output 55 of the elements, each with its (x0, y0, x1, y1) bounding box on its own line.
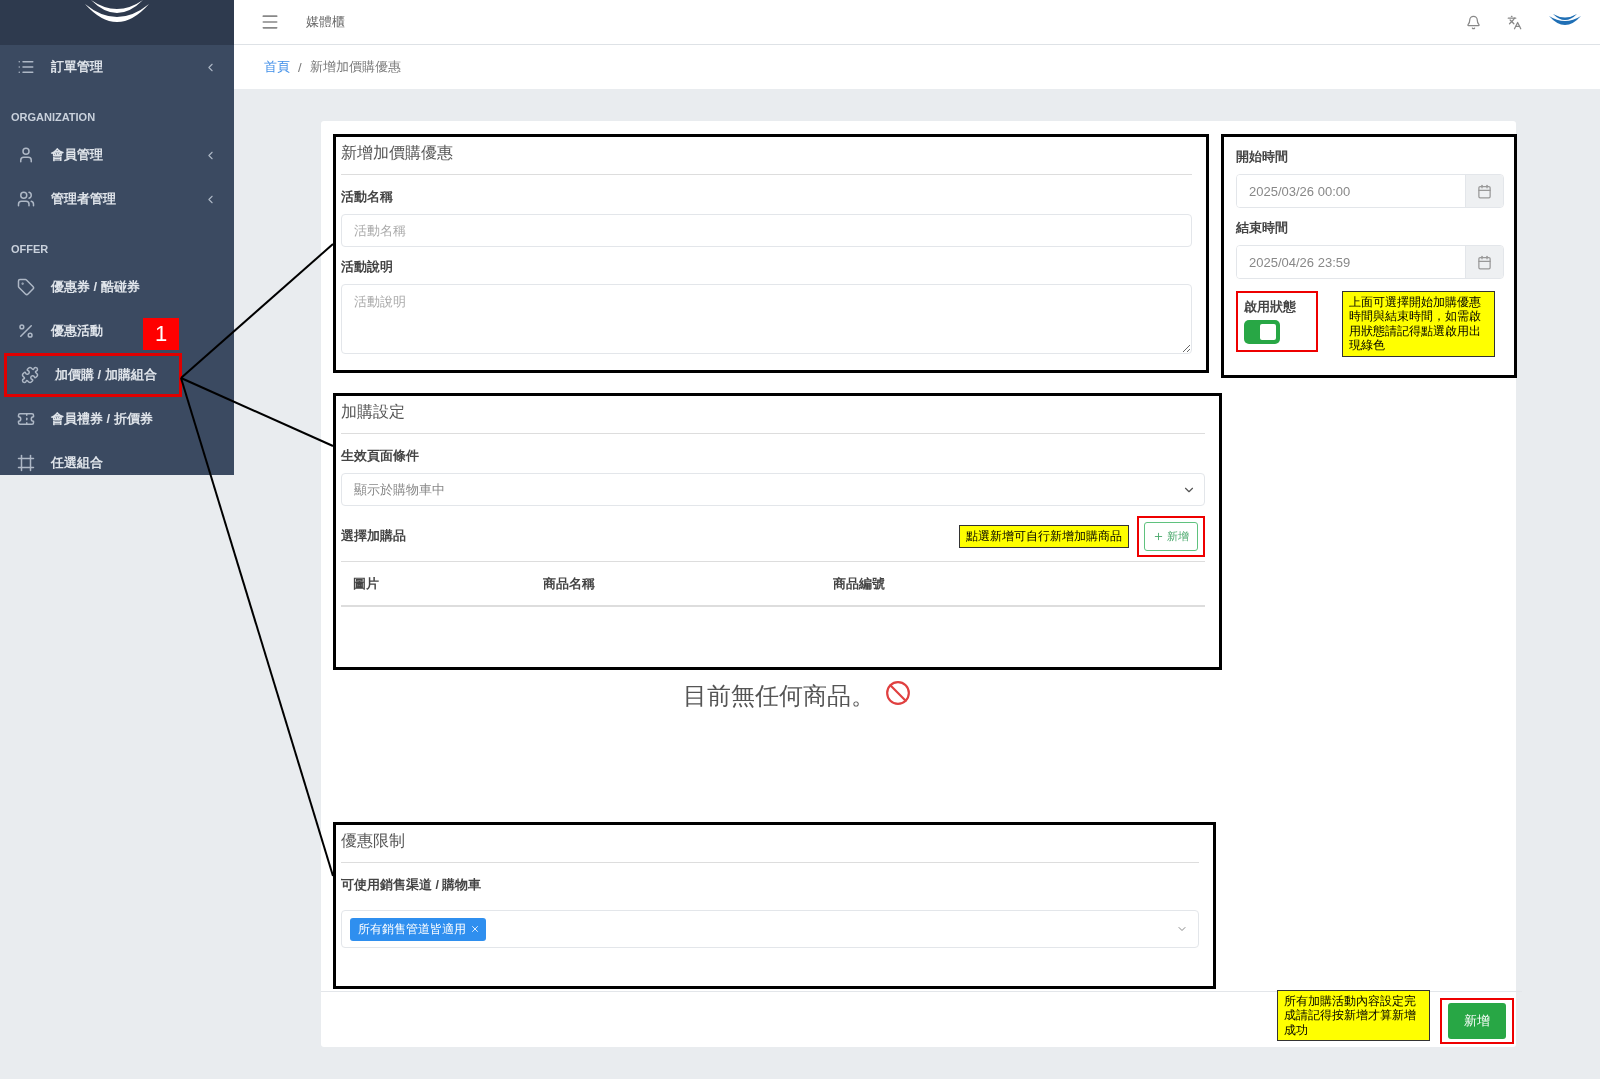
menu-icon (21, 366, 39, 384)
sidebar-item[interactable]: 優惠活動 1 (0, 309, 234, 353)
sidebar-item[interactable]: 訂單管理 (0, 45, 234, 89)
sidebar-item[interactable]: 會員管理 (0, 133, 234, 177)
field-label: 開始時間 (1236, 149, 1289, 166)
language-icon[interactable] (1507, 14, 1522, 30)
select-field[interactable]: 顯示於購物車中 (341, 473, 1205, 506)
breadcrumb-link[interactable]: 首頁 (264, 58, 290, 76)
text-area[interactable]: 活動說明 (341, 284, 1192, 354)
menu-button[interactable] (260, 12, 280, 32)
calendar-icon[interactable] (1465, 246, 1503, 278)
sidebar-item[interactable]: 加價購 / 加購組合 (4, 353, 182, 397)
menu-icon (17, 322, 35, 340)
sidebar-heading: OFFER (10, 242, 50, 257)
menu-icon (17, 454, 35, 472)
sidebar-item[interactable]: 管理者管理 (0, 177, 234, 221)
step-badge: 1 (143, 318, 179, 350)
menu-icon (17, 190, 35, 208)
menu-icon (17, 410, 35, 428)
field-label: 啟用狀態 (1244, 299, 1296, 316)
menu-icon (17, 58, 35, 76)
annotation-note: 上面可選擇開始加購優惠時間與結束時間，如需啟用狀態請記得點選啟用出現綠色 (1342, 291, 1496, 357)
field-label: 活動名稱 (341, 189, 394, 206)
section-title: 新增加價購優惠 (341, 139, 1192, 175)
field-label: 活動說明 (341, 259, 394, 276)
field-label: 選擇加購品 (341, 528, 407, 545)
column-header: 商品編號 (833, 576, 886, 593)
bell-icon[interactable] (1466, 14, 1481, 30)
toggle-switch[interactable] (1244, 320, 1280, 344)
field-label: 可使用銷售渠道 / 購物車 (341, 877, 483, 894)
column-header: 圖片 (353, 576, 380, 593)
section-title: 優惠限制 (341, 827, 1199, 863)
date-field[interactable]: 2025/04/26 23:59 (1236, 245, 1504, 279)
annotation-note: 點選新增可自行新增加購商品 (959, 525, 1129, 548)
plus-icon (1153, 531, 1164, 542)
breadcrumb-separator: / (298, 59, 302, 75)
sidebar-item[interactable]: 任選組合 (0, 441, 234, 475)
menu-icon (17, 278, 35, 296)
menu-icon (17, 146, 35, 164)
date-field[interactable]: 2025/03/26 00:00 (1236, 174, 1504, 208)
breadcrumb-current: 新增加價購優惠 (309, 58, 401, 76)
input-field[interactable]: 活動名稱 (341, 214, 1192, 247)
sidebar-heading: ORGANIZATION (10, 110, 97, 125)
column-header: 商品名稱 (543, 576, 596, 593)
section-title: 加購設定 (341, 398, 1205, 434)
prohibited-icon (885, 680, 911, 706)
field-label: 生效頁面條件 (341, 448, 420, 465)
calendar-icon[interactable] (1465, 175, 1503, 207)
sidebar-item[interactable]: 會員禮券 / 折價券 (0, 397, 234, 441)
page-title: 媒體櫃 (306, 13, 346, 31)
annotation-note: 所有加購活動內容設定完成請記得按新增才算新增成功 (1276, 990, 1430, 1042)
field-label: 結束時間 (1236, 220, 1289, 237)
remove-icon[interactable] (470, 924, 480, 934)
sidebar-item[interactable]: 優惠券 / 酷碰券 (0, 265, 234, 309)
empty-message: 目前無任何商品。 (683, 681, 875, 711)
